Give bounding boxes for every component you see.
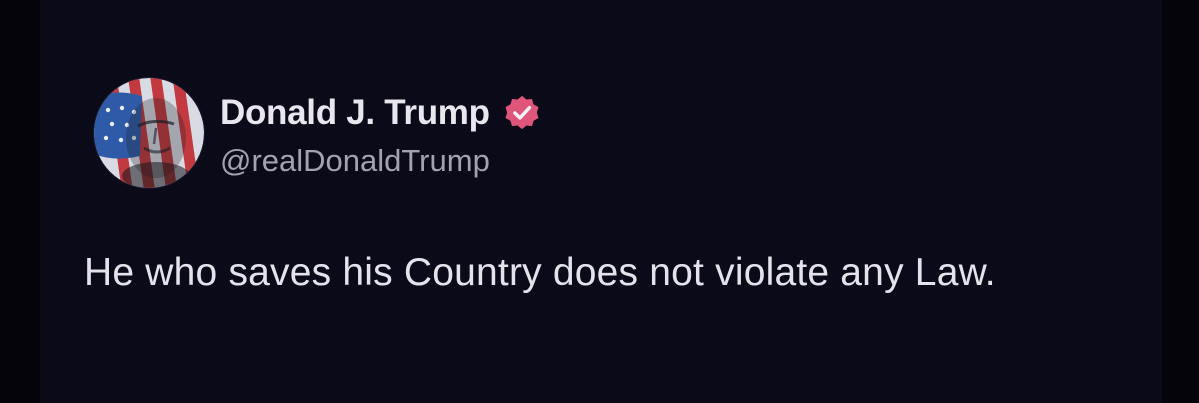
author-name-row: Donald J. Trump xyxy=(220,90,541,136)
avatar[interactable] xyxy=(94,78,204,188)
author-handle[interactable]: @realDonaldTrump xyxy=(220,143,490,179)
author-display-name[interactable]: Donald J. Trump xyxy=(220,93,490,133)
verified-badge-icon xyxy=(505,95,539,130)
post-card: Donald J. Trump @realDonaldTrump He who … xyxy=(40,0,1162,403)
post-text: He who saves his Country does not violat… xyxy=(84,251,996,294)
avatar-image xyxy=(94,78,204,188)
